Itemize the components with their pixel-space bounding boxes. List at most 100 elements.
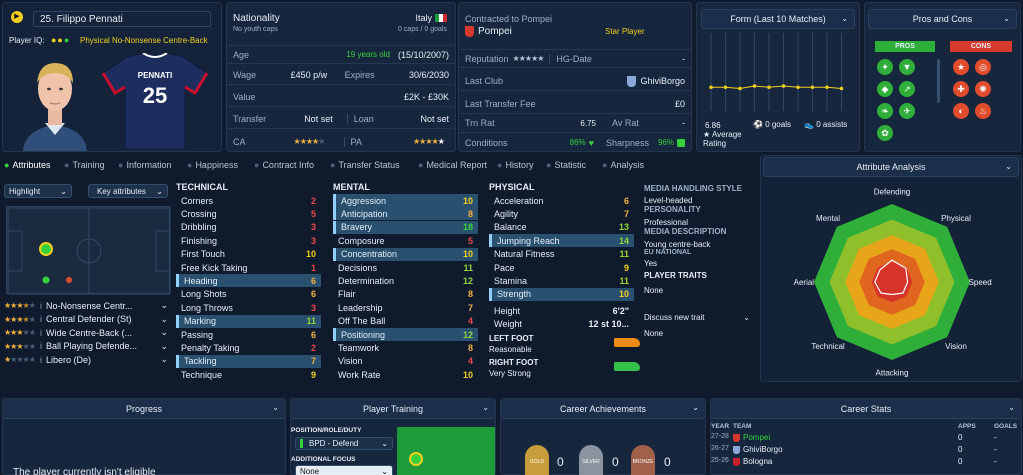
form-point[interactable] (738, 86, 742, 91)
mental-attr-anticipation[interactable]: Anticipation 8 (333, 207, 478, 221)
role-rating-row[interactable]: ★★★★★ i Central Defender (St) ⌄ (4, 313, 168, 326)
technical-attr-penalty-taking[interactable]: Penalty Taking 2 (176, 341, 321, 354)
technical-attr-crossing[interactable]: Crossing 5 (176, 207, 321, 220)
physical-attr-natural-fitness[interactable]: Natural Fitness 11 (489, 248, 634, 261)
key-attributes-dropdown[interactable]: Key attributes ⌄ (88, 184, 168, 198)
pro-icon-4[interactable]: ↗ (899, 81, 915, 97)
form-point[interactable] (839, 86, 844, 91)
chevron-down-icon[interactable]: ⌄ (160, 300, 168, 311)
pro-icon-1[interactable]: ✦ (877, 59, 893, 75)
tab-training[interactable]: ● Training (64, 160, 105, 170)
con-icon-1[interactable]: ★ (953, 59, 969, 75)
form-point[interactable] (796, 85, 800, 90)
mental-attr-determination[interactable]: Determination 12 (333, 274, 478, 287)
tab-medical-report[interactable]: ● Medical Report (418, 160, 487, 170)
form-point[interactable] (723, 85, 728, 90)
info-icon[interactable]: i (40, 355, 42, 365)
tab-happiness[interactable]: ● Happiness (187, 160, 238, 170)
tab-attributes[interactable]: ● Attributes (4, 160, 50, 170)
pro-icon-2[interactable]: ▼ (899, 59, 915, 75)
physical-attr-acceleration[interactable]: Acceleration 6 (489, 194, 634, 207)
role-rating-row[interactable]: ★★★★★ i Ball Playing Defende... ⌄ (4, 340, 168, 353)
pro-icon-3[interactable]: ◆ (877, 81, 893, 97)
highlight-dropdown[interactable]: Highlight ⌄ (4, 184, 72, 198)
form-point[interactable] (781, 84, 786, 88)
technical-attr-tackling[interactable]: Tackling 7 (176, 354, 321, 368)
role-rating-row[interactable]: ★★★★★ i Libero (De) ⌄ (4, 353, 168, 366)
mental-attr-work-rate[interactable]: Work Rate 10 (333, 368, 478, 381)
chevron-down-icon[interactable]: ⌄ (160, 327, 168, 338)
mental-attr-leadership[interactable]: Leadership 7 (333, 301, 478, 314)
career-row[interactable]: 26-27 GhiviBorgo 0- (711, 445, 1021, 456)
mental-attr-composure[interactable]: Composure 5 (333, 234, 478, 247)
tab-transfer-status[interactable]: ● Transfer Status (330, 160, 400, 170)
career-row[interactable]: 25-26 Bologna 0- (711, 457, 1021, 468)
form-point[interactable] (752, 84, 757, 88)
technical-attr-finishing[interactable]: Finishing 3 (176, 234, 321, 247)
career-stats-dropdown[interactable]: Career Stats ⌄ (711, 399, 1021, 419)
con-icon-6[interactable]: ♨ (975, 103, 991, 119)
technical-attr-passing[interactable]: Passing 6 (176, 328, 321, 341)
tab-information[interactable]: ● Information (118, 160, 171, 170)
info-icon[interactable]: i (40, 314, 42, 324)
additional-focus-dropdown[interactable]: None ⌄ (295, 465, 393, 475)
technical-attr-free-kick-taking[interactable]: Free Kick Taking 1 (176, 261, 321, 274)
pro-icon-5[interactable]: ❧ (877, 103, 893, 119)
physical-attr-stamina[interactable]: Stamina 11 (489, 274, 634, 287)
pro-icon-7[interactable]: ✿ (877, 125, 893, 141)
player-training-dropdown[interactable]: Player Training ⌄ (291, 399, 495, 419)
career-achievements-dropdown[interactable]: Career Achievements ⌄ (501, 399, 705, 419)
physical-attr-jumping-reach[interactable]: Jumping Reach 14 (489, 234, 634, 248)
con-icon-5[interactable]: ◐ (953, 103, 969, 119)
mental-attr-flair[interactable]: Flair 8 (333, 288, 478, 301)
player-name-box[interactable]: 25. Filippo Pennati (33, 11, 211, 27)
tab-analysis[interactable]: ● Analysis (602, 160, 644, 170)
technical-attr-marking[interactable]: Marking 11 (176, 314, 321, 328)
technical-attr-long-shots[interactable]: Long Shots 6 (176, 288, 321, 301)
pro-icon-6[interactable]: ✈ (899, 103, 915, 119)
mental-attr-concentration[interactable]: Concentration 10 (333, 247, 478, 261)
technical-attr-technique[interactable]: Technique 9 (176, 368, 321, 381)
mental-attr-positioning[interactable]: Positioning 12 (333, 328, 478, 341)
con-icon-4[interactable]: ✺ (975, 81, 991, 97)
info-icon[interactable]: i (40, 301, 42, 311)
physical-attr-strength[interactable]: Strength 10 (489, 287, 634, 301)
tab-statistic[interactable]: ● Statistic (546, 160, 586, 170)
form-point[interactable] (810, 85, 815, 90)
physical-attr-pace[interactable]: Pace 9 (489, 261, 634, 274)
progress-dropdown[interactable]: Progress ⌄ (3, 399, 285, 419)
technical-attr-dribbling[interactable]: Dribbling 3 (176, 221, 321, 234)
mental-attr-aggression[interactable]: Aggression 10 (333, 194, 478, 207)
mental-attr-teamwork[interactable]: Teamwork 8 (333, 341, 478, 354)
technical-attr-long-throws[interactable]: Long Throws 3 (176, 301, 321, 314)
club-link[interactable]: Pompei (465, 26, 512, 37)
form-point[interactable] (767, 85, 771, 90)
form-point[interactable] (709, 85, 713, 90)
chevron-down-icon[interactable]: ⌄ (160, 354, 168, 365)
con-icon-2[interactable]: ◎ (975, 59, 991, 75)
chevron-down-icon[interactable]: ⌄ (160, 314, 168, 325)
career-row[interactable]: 27-28 Pompei 0- (711, 433, 1021, 444)
con-icon-3[interactable]: ✚ (953, 81, 969, 97)
form-dropdown[interactable]: Form (Last 10 Matches) ⌄ (701, 9, 855, 29)
mental-attr-vision[interactable]: Vision 4 (333, 355, 478, 368)
physical-attr-agility[interactable]: Agility 7 (489, 207, 634, 220)
attribute-analysis-dropdown[interactable]: Attribute Analysis ⌄ (763, 157, 1019, 177)
info-icon[interactable]: i (40, 341, 42, 351)
mental-attr-bravery[interactable]: Bravery 18 (333, 220, 478, 234)
technical-attr-first-touch[interactable]: First Touch 10 (176, 248, 321, 261)
form-point[interactable] (825, 85, 829, 90)
discuss-trait-dropdown[interactable]: Discuss new trait ⌄ (644, 313, 750, 322)
technical-attr-heading[interactable]: Heading 6 (176, 274, 321, 288)
mental-attr-decisions[interactable]: Decisions 11 (333, 261, 478, 274)
role-rating-row[interactable]: ★★★★★ i No-Nonsense Centr... ⌄ (4, 299, 168, 312)
role-duty-dropdown[interactable]: BPD - Defend ⌄ (295, 437, 393, 450)
physical-attr-balance[interactable]: Balance 13 (489, 221, 634, 234)
pros-cons-dropdown[interactable]: Pros and Cons ⌄ (868, 9, 1017, 29)
chevron-down-icon[interactable]: ⌄ (160, 341, 168, 352)
role-rating-row[interactable]: ★★★★★ i Wide Centre-Back (... ⌄ (4, 326, 168, 339)
technical-attr-corners[interactable]: Corners 2 (176, 194, 321, 207)
tab-history[interactable]: ● History (497, 160, 533, 170)
mental-attr-off-the-ball[interactable]: Off The Ball 4 (333, 315, 478, 328)
tab-contract-info[interactable]: ● Contract Info (254, 160, 314, 170)
